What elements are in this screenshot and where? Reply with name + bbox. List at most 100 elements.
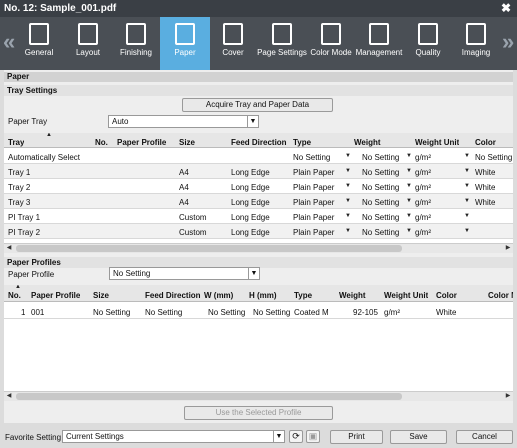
type-cell[interactable]: Plain Paper <box>293 168 349 177</box>
weight-unit-cell[interactable]: g/m² <box>415 198 431 207</box>
tab-management[interactable]: Management <box>354 17 404 70</box>
type-cell[interactable]: Plain Paper <box>293 213 349 222</box>
weight-cell[interactable]: No Setting <box>362 228 406 237</box>
col-color[interactable]: Color <box>436 291 457 300</box>
paper-profile-value: No Setting <box>113 269 151 278</box>
chevron-down-icon[interactable]: ▼ <box>406 153 412 159</box>
chevron-down-icon[interactable]: ▼ <box>406 183 412 189</box>
tab-paper[interactable]: Paper <box>160 17 210 70</box>
col-type[interactable]: Type <box>294 291 312 300</box>
type-cell[interactable]: Plain Paper <box>293 183 349 192</box>
tab-cover[interactable]: Cover <box>208 17 258 70</box>
chevron-down-icon[interactable]: ▼ <box>464 213 470 219</box>
chevron-down-icon[interactable]: ▼ <box>464 168 470 174</box>
type-cell[interactable]: Plain Paper <box>293 198 349 207</box>
col-type[interactable]: Type <box>293 138 311 147</box>
close-icon[interactable]: ✖ <box>501 1 511 15</box>
chevron-down-icon[interactable]: ▼ <box>464 228 470 234</box>
weight-cell[interactable]: No Setting <box>362 183 406 192</box>
color-cell[interactable]: White <box>475 183 495 192</box>
chevron-down-icon[interactable]: ▼ <box>464 183 470 189</box>
profiles-table-scrollbar[interactable]: ◀ ▶ <box>4 391 513 401</box>
tray-table-scrollbar[interactable]: ◀ ▶ <box>4 243 513 253</box>
color-cell[interactable]: White <box>475 198 495 207</box>
weight-cell[interactable]: No Setting <box>362 153 406 162</box>
weight-unit-cell[interactable]: g/m² <box>415 153 431 162</box>
chevron-down-icon[interactable]: ▼ <box>406 198 412 204</box>
save-button[interactable]: Save <box>390 430 447 444</box>
scroll-right-arrow-icon[interactable]: ▶ <box>503 244 513 253</box>
scroll-left-arrow-icon[interactable]: ◀ <box>4 392 14 401</box>
use-selected-profile-button[interactable]: Use the Selected Profile <box>184 406 333 420</box>
col-weight[interactable]: Weight <box>354 138 381 147</box>
tab-layout[interactable]: Layout <box>63 17 113 70</box>
table-row[interactable]: Tray 2 A4 Long Edge Plain Paper ▼ No Set… <box>4 179 513 194</box>
table-row[interactable]: Tray 1 A4 Long Edge Plain Paper ▼ No Set… <box>4 164 513 179</box>
col-weight-unit[interactable]: Weight Unit <box>415 138 459 147</box>
chevron-down-icon[interactable]: ▼ <box>345 213 351 219</box>
weight-unit-cell[interactable]: g/m² <box>415 183 431 192</box>
table-row[interactable]: Tray 3 A4 Long Edge Plain Paper ▼ No Set… <box>4 194 513 209</box>
col-weight[interactable]: Weight <box>339 291 366 300</box>
chevron-down-icon[interactable]: ▼ <box>345 183 351 189</box>
col-paper-profile[interactable]: Paper Profile <box>117 138 166 147</box>
refresh-icon[interactable]: ⟳ <box>289 430 303 443</box>
favorite-setting-select[interactable]: Current Settings ▼ <box>62 430 285 443</box>
tab-quality[interactable]: Quality <box>403 17 453 70</box>
weight-unit-cell[interactable]: g/m² <box>415 168 431 177</box>
type-cell[interactable]: No Setting <box>293 153 349 162</box>
paper-tray-select[interactable]: Auto ▼ <box>108 115 259 128</box>
size-cell: A4 <box>179 183 189 192</box>
col-size[interactable]: Size <box>179 138 195 147</box>
table-row[interactable]: PI Tray 1 Custom Long Edge Plain Paper ▼… <box>4 209 513 224</box>
col-no[interactable]: No. <box>8 291 21 300</box>
weight-cell[interactable]: No Setting <box>362 198 406 207</box>
scroll-right-icon[interactable]: » <box>502 29 514 55</box>
chevron-down-icon[interactable]: ▼ <box>406 168 412 174</box>
col-size[interactable]: Size <box>93 291 109 300</box>
acquire-tray-data-button[interactable]: Acquire Tray and Paper Data <box>182 98 333 112</box>
tab-page-settings[interactable]: Page Settings <box>257 17 307 70</box>
weight-cell[interactable]: No Setting <box>362 213 406 222</box>
chevron-down-icon[interactable]: ▼ <box>345 198 351 204</box>
table-row[interactable]: Automatically Select No Setting ▼ No Set… <box>4 149 513 164</box>
cancel-button[interactable]: Cancel <box>456 430 513 444</box>
chevron-down-icon[interactable]: ▼ <box>464 153 470 159</box>
col-paper-profile[interactable]: Paper Profile <box>31 291 80 300</box>
col-w-mm[interactable]: W (mm) <box>204 291 233 300</box>
type-cell[interactable]: Plain Paper <box>293 228 349 237</box>
chevron-down-icon: ▼ <box>247 116 258 127</box>
weight-cell[interactable]: No Setting <box>362 168 406 177</box>
weight-unit-cell[interactable]: g/m² <box>415 228 431 237</box>
col-feed-direction[interactable]: Feed Direction <box>231 138 287 147</box>
tab-general[interactable]: General <box>14 17 64 70</box>
col-h-mm[interactable]: H (mm) <box>249 291 277 300</box>
table-row[interactable]: PI Tray 2 Custom Long Edge Plain Paper ▼… <box>4 224 513 239</box>
col-no[interactable]: No. <box>95 138 108 147</box>
chevron-down-icon[interactable]: ▼ <box>406 213 412 219</box>
chevron-down-icon[interactable]: ▼ <box>345 153 351 159</box>
tab-color-mode[interactable]: Color Mode <box>306 17 356 70</box>
chevron-down-icon[interactable]: ▼ <box>464 198 470 204</box>
col-weight-unit[interactable]: Weight Unit <box>384 291 428 300</box>
print-button[interactable]: Print <box>330 430 383 444</box>
tab-imaging[interactable]: Imaging <box>451 17 501 70</box>
chevron-down-icon[interactable]: ▼ <box>345 168 351 174</box>
table-row[interactable]: 1 001 No Setting No Setting No Setting N… <box>4 303 513 319</box>
chevron-down-icon[interactable]: ▼ <box>406 228 412 234</box>
scrollbar-thumb[interactable] <box>16 393 402 400</box>
chevron-down-icon[interactable]: ▼ <box>345 228 351 234</box>
tab-finishing[interactable]: Finishing <box>111 17 161 70</box>
scrollbar-thumb[interactable] <box>16 245 402 252</box>
col-color-m[interactable]: Color M <box>488 291 513 300</box>
weight-unit-cell[interactable]: g/m² <box>415 213 431 222</box>
save-favorite-icon[interactable]: ▣ <box>306 430 320 443</box>
paper-profile-select[interactable]: No Setting ▼ <box>109 267 260 280</box>
scroll-left-arrow-icon[interactable]: ◀ <box>4 244 14 253</box>
color-cell[interactable]: White <box>475 168 495 177</box>
scroll-right-arrow-icon[interactable]: ▶ <box>503 392 513 401</box>
col-feed-direction[interactable]: Feed Direction <box>145 291 201 300</box>
col-color[interactable]: Color <box>475 138 496 147</box>
col-tray[interactable]: Tray <box>8 138 24 147</box>
color-cell[interactable]: No Setting <box>475 153 513 162</box>
